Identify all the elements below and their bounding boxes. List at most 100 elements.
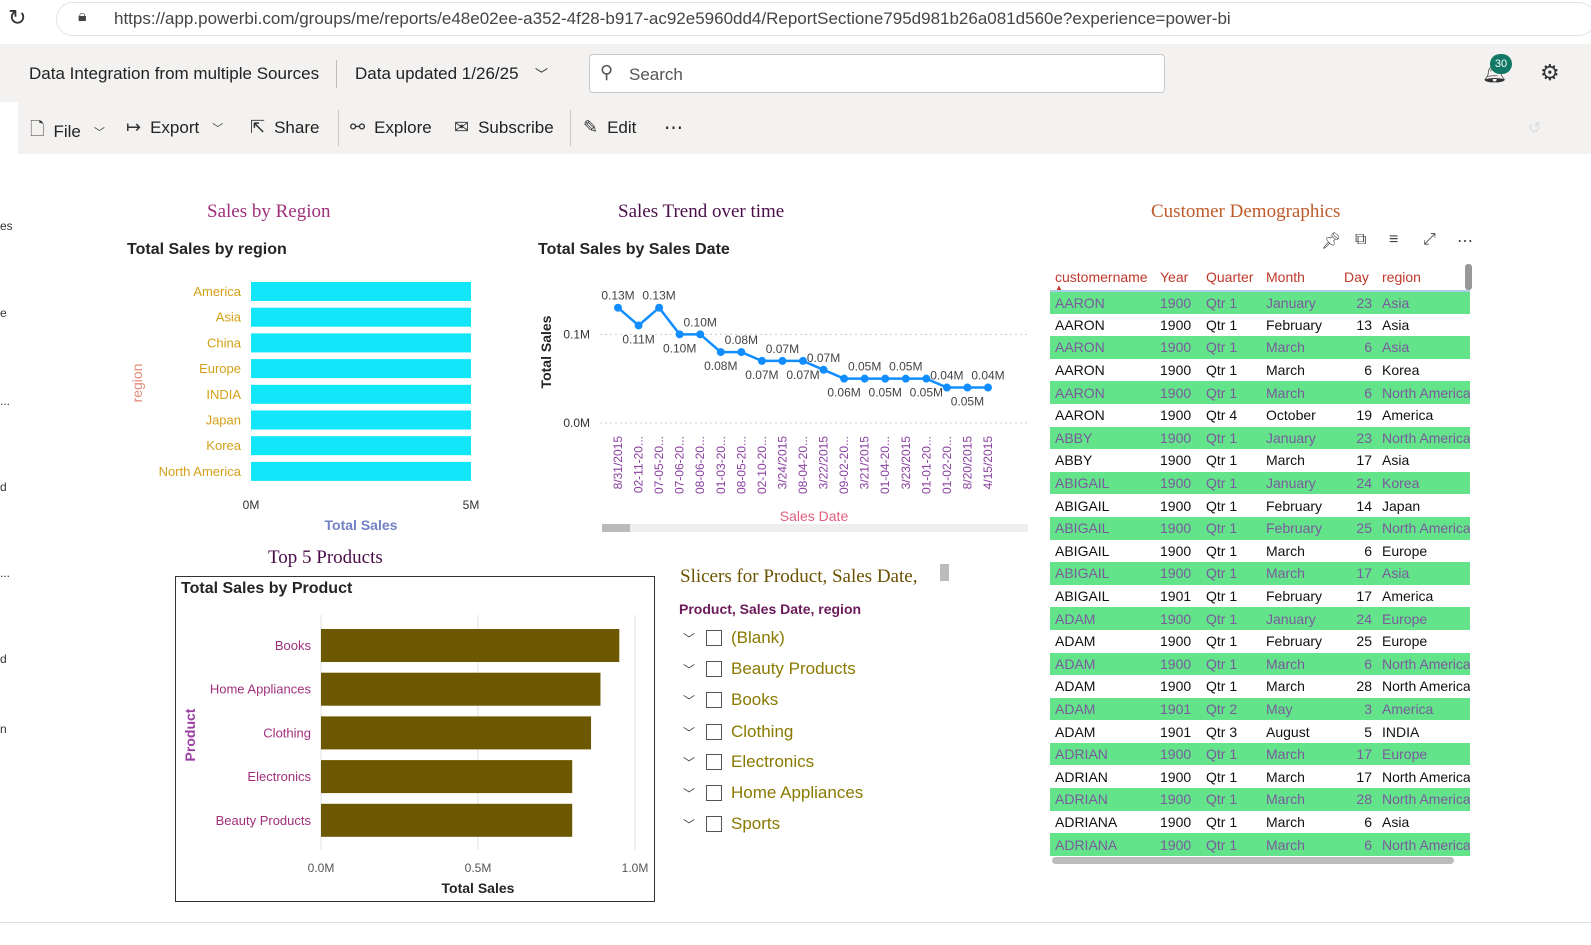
slicer-item[interactable]: ﹀ Electronics [680,750,814,774]
slicer-item-label: Electronics [731,752,815,771]
slicer-checkbox[interactable] [706,692,722,708]
table-row[interactable]: ABIGAIL 1900 Qtr 1 March 17 Asia [1050,562,1470,585]
table-row[interactable]: AARON 1900 Qtr 1 January 23 Asia [1050,291,1470,314]
table-cell: 3 [1339,697,1377,721]
table-cell: ADRIAN [1050,765,1155,789]
table-row[interactable]: ADRIANA 1900 Qtr 1 March 6 Asia [1050,810,1470,834]
file-menu-button[interactable]: 🗋 File ﹀ [30,117,105,147]
chevron-down-icon[interactable]: ﹀ [535,64,548,83]
copy-icon[interactable]: ⧉ [1355,231,1366,249]
table-row[interactable]: AARON 1900 Qtr 1 March 6 North America [1050,381,1470,404]
table-row[interactable]: ADAM 1900 Qtr 1 March 6 North America [1050,652,1470,676]
data-point [614,303,622,312]
table-row[interactable]: ABIGAIL 1900 Qtr 1 February 25 North America [1050,516,1470,540]
subscribe-button[interactable]: ✉ Subscribe [454,117,554,138]
table-cell: 1900 [1155,675,1201,698]
data-label: 0.10M [684,315,717,329]
slicer-checkbox[interactable] [706,816,722,832]
chevron-down-icon[interactable]: ﹀ [680,692,698,709]
column-header[interactable]: Quarter [1201,264,1261,292]
chevron-down-icon[interactable]: ﹀ [680,661,698,678]
table-cell: Japan [1377,494,1470,517]
x-tick-label: 1.0M [622,861,649,875]
pin-icon[interactable]: 📌︎ [1321,231,1341,251]
lock-icon[interactable]: 🔒︎ [78,8,87,26]
chevron-down-icon[interactable]: ﹀ [680,816,698,833]
table-row[interactable]: ADRIAN 1900 Qtr 1 March 17 Europe [1050,742,1470,766]
table-row[interactable]: ADAM 1900 Qtr 1 February 25 Europe [1050,629,1470,653]
slicer-checkbox[interactable] [706,724,722,740]
bar [251,410,471,430]
slicer-item[interactable]: ﹀ Clothing [680,720,793,744]
table-row[interactable]: ADAM 1900 Qtr 1 January 24 Europe [1050,607,1470,630]
settings-gear-icon[interactable]: ⚙ [1540,60,1560,86]
chevron-down-icon[interactable]: ﹀ [680,785,698,802]
chevron-down-icon[interactable]: ﹀ [680,754,698,771]
table-row[interactable]: ABIGAIL 1901 Qtr 1 February 17 America [1050,584,1470,608]
table-row[interactable]: ABIGAIL 1900 Qtr 1 February 14 Japan [1050,494,1470,517]
table-row[interactable]: ADAM 1901 Qtr 2 May 3 America [1050,697,1470,721]
slicer-item[interactable]: ﹀ Home Appliances [680,781,863,805]
export-menu-button[interactable]: ↦ Export ﹀ [126,117,223,138]
url-text[interactable]: https://app.powerbi.com/groups/me/report… [114,9,1231,29]
slicer-checkbox[interactable] [706,661,722,677]
table-row[interactable]: AARON 1900 Qtr 4 October 19 America [1050,403,1470,427]
table-row[interactable]: AARON 1900 Qtr 1 March 6 Korea [1050,358,1470,382]
data-updated-dropdown[interactable]: Data updated 1/26/25 [355,64,519,84]
top5-products-chart: 0.0M 0.5M 1.0M Books Home Appliances Clothing… [182,615,649,896]
filter-icon[interactable]: ≡ [1389,231,1398,249]
explore-button[interactable]: ⚯ Explore [350,117,432,138]
column-header[interactable]: region [1377,264,1470,292]
table-cell: 1900 [1155,449,1201,472]
slicer-item[interactable]: ﹀ Beauty Products [680,657,856,681]
table-row[interactable]: AARON 1900 Qtr 1 February 13 Asia [1050,313,1470,337]
table-vertical-scrollbar[interactable] [1465,264,1472,290]
table-row[interactable]: AARON 1900 Qtr 1 March 6 Asia [1050,336,1470,359]
table-cell: 23 [1339,426,1377,450]
chevron-down-icon[interactable]: ﹀ [680,630,698,647]
bar [251,384,471,404]
chevron-down-icon[interactable]: ﹀ [680,724,698,741]
table-row[interactable]: ADRIANA 1900 Qtr 1 March 6 North America [1050,833,1470,856]
share-button[interactable]: ⇱ Share [250,117,319,138]
table-row[interactable]: ABIGAIL 1900 Qtr 1 January 24 Korea [1050,471,1470,495]
search-input[interactable]: Search [629,65,683,85]
table-row[interactable]: ADRIAN 1900 Qtr 1 March 17 North America [1050,765,1470,789]
more-options-button[interactable]: ⋯ [664,117,683,140]
bar [321,760,573,794]
sort-ascending-icon[interactable]: ▲ [1055,283,1063,292]
subscribe-label: Subscribe [478,117,554,137]
customer-table[interactable]: customername Year Quarter Month Day region AA… [1050,264,1470,864]
data-point [963,383,972,392]
slicer-scrollbar[interactable] [940,564,949,581]
data-label: 0.07M [786,368,819,382]
focus-mode-icon[interactable]: ⤢ [1423,231,1436,249]
slicer-item[interactable]: ﹀ Books [680,688,778,712]
table-cell: March [1261,675,1339,698]
slicer-checkbox[interactable] [706,630,722,646]
data-point [922,374,931,383]
slicer-checkbox[interactable] [706,754,722,770]
more-options-icon[interactable]: ⋯ [1457,231,1473,251]
table-cell: 1900 [1155,788,1201,811]
edit-button[interactable]: ✎ Edit [583,117,636,138]
table-cell: Korea [1377,471,1470,495]
slicer-item[interactable]: ﹀ (Blank) [680,626,785,650]
table-cell: January [1261,471,1339,495]
column-header[interactable]: Day [1339,264,1377,292]
reload-icon[interactable]: ↻ [8,5,26,31]
table-row[interactable]: ABBY 1900 Qtr 1 March 17 Asia [1050,449,1470,472]
slicer-item[interactable]: ﹀ Sports [680,812,780,836]
slicer-checkbox[interactable] [706,785,722,801]
table-cell: March [1261,810,1339,834]
table-horizontal-scrollbar[interactable] [1052,857,1454,864]
table-row[interactable]: ADRIAN 1900 Qtr 1 March 28 North America [1050,788,1470,811]
column-header[interactable]: customername [1050,264,1155,292]
table-row[interactable]: ABIGAIL 1900 Qtr 1 March 6 Europe [1050,539,1470,563]
table-row[interactable]: ADAM 1900 Qtr 1 March 28 North America [1050,675,1470,698]
column-header[interactable]: Month [1261,264,1339,292]
table-row[interactable]: ABBY 1900 Qtr 1 January 23 North America [1050,426,1470,450]
column-header[interactable]: Year [1155,264,1201,292]
table-row[interactable]: ADAM 1901 Qtr 3 August 5 INDIA [1050,720,1470,743]
bar [251,359,471,379]
